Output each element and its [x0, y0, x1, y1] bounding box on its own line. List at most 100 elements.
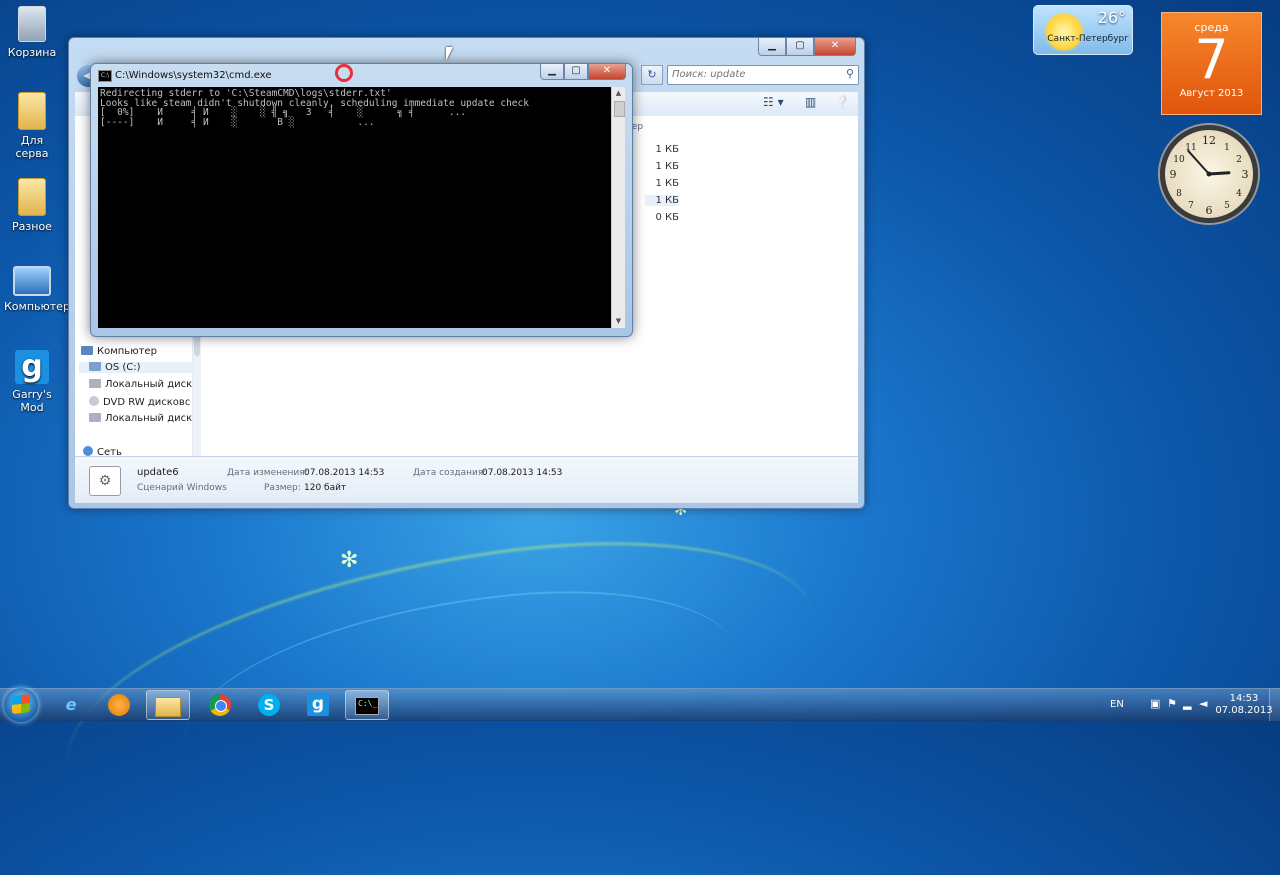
- calendar-day: 7: [1194, 28, 1229, 91]
- desktop-icon-label: Корзина: [7, 46, 57, 59]
- svg-text:6: 6: [1206, 204, 1213, 217]
- nav-item-dvd[interactable]: DVD RW дисковс: [89, 396, 190, 408]
- desktop-icon-label: Garry's Mod: [12, 388, 52, 414]
- taskbar-garrys-mod[interactable]: g: [296, 690, 340, 720]
- tray-date: 07.08.2013: [1215, 705, 1273, 716]
- desktop-icon-folder-server[interactable]: Для серва: [4, 92, 60, 160]
- tray-app-icon[interactable]: ▣: [1150, 698, 1162, 710]
- svg-text:5: 5: [1224, 201, 1230, 211]
- flag-icon[interactable]: ⚑: [1167, 698, 1179, 710]
- computer-icon: [81, 346, 93, 355]
- calendar-month-year: Август 2013: [1179, 88, 1244, 99]
- maximize-button[interactable]: ▢: [564, 64, 588, 80]
- nav-item-label: Компьютер: [97, 346, 157, 357]
- taskbar-internet-explorer[interactable]: e: [49, 690, 93, 720]
- computer-icon: [13, 266, 51, 296]
- help-icon[interactable]: ❔: [835, 95, 850, 109]
- desktop-icon-computer[interactable]: Компьютер: [4, 266, 70, 313]
- volume-icon[interactable]: ◄: [1199, 698, 1211, 710]
- svg-text:8: 8: [1176, 189, 1182, 199]
- file-size-cell: 1 КБ: [655, 144, 679, 155]
- clock-gadget[interactable]: 12 3 6 9 12 45 78 10 11: [1160, 125, 1258, 223]
- taskbar-explorer[interactable]: [146, 690, 190, 720]
- show-desktop-button[interactable]: [1269, 689, 1280, 721]
- svg-text:9: 9: [1170, 168, 1177, 181]
- tray-time: 14:53: [1229, 693, 1259, 704]
- details-created-value: 07.08.2013 14:53: [482, 468, 563, 478]
- chrome-icon: [209, 694, 231, 716]
- taskbar-media-player[interactable]: [97, 690, 141, 720]
- close-button[interactable]: ✕: [588, 64, 626, 80]
- nav-item-computer[interactable]: Компьютер: [81, 346, 157, 357]
- internet-explorer-icon: e: [65, 695, 77, 714]
- file-size-cell: 0 КБ: [655, 212, 679, 223]
- details-modified-label: Дата изменения:: [227, 468, 308, 478]
- nav-item-label: Локальный диск: [105, 413, 193, 424]
- nav-item-os-c[interactable]: OS (C:): [79, 362, 197, 373]
- drive-icon: [89, 379, 101, 388]
- mouse-cursor-icon: [446, 47, 459, 61]
- svg-text:10: 10: [1173, 155, 1185, 165]
- calendar-gadget[interactable]: среда 7 Август 2013: [1161, 12, 1262, 115]
- search-box[interactable]: ⚲: [667, 65, 859, 85]
- gmod-icon: g: [307, 694, 329, 716]
- details-pane: ⚙ update6 Сценарий Windows Дата изменени…: [75, 456, 858, 503]
- cmd-window[interactable]: C:\ C:\Windows\system32\cmd.exe ▁ ▢ ✕ Re…: [90, 63, 633, 337]
- console-scrollbar[interactable]: ▲ ▼: [611, 87, 625, 328]
- clock-center: [1206, 171, 1212, 177]
- desktop-icon-recycle-bin[interactable]: Корзина: [4, 6, 60, 59]
- clock-hour-hand: [1207, 171, 1231, 176]
- scroll-up-arrow-icon[interactable]: ▲: [612, 87, 625, 100]
- desktop-icon-garrys-mod[interactable]: g Garry's Mod: [4, 350, 60, 415]
- svg-text:3: 3: [1242, 168, 1249, 181]
- folder-icon: [18, 178, 46, 216]
- scroll-down-arrow-icon[interactable]: ▼: [612, 315, 625, 328]
- language-indicator[interactable]: EN: [1110, 699, 1124, 710]
- wallpaper-sparkle-icon: ✻: [340, 548, 359, 573]
- svg-text:12: 12: [1202, 134, 1216, 147]
- drive-icon: [89, 413, 101, 422]
- nav-item-local-disk[interactable]: Локальный диск: [89, 413, 192, 424]
- search-input[interactable]: [668, 66, 836, 82]
- maximize-button[interactable]: ▢: [786, 38, 814, 56]
- details-size-value: 120 байт: [304, 483, 347, 493]
- taskbar-skype[interactable]: S: [247, 690, 291, 720]
- tray-clock[interactable]: 14:53 07.08.2013: [1214, 693, 1274, 717]
- svg-text:7: 7: [1188, 201, 1194, 211]
- console-output-text: Redirecting stderr to 'C:\SteamCMD\logs\…: [100, 88, 529, 128]
- details-created-label: Дата создания:: [413, 468, 487, 478]
- weather-gadget[interactable]: 26° Санкт-Петербург: [1033, 5, 1133, 55]
- file-size-cell: 1 КБ: [655, 161, 679, 172]
- file-size-cell: 1 КБ: [645, 195, 679, 206]
- network-icon: [83, 446, 93, 456]
- svg-text:11: 11: [1185, 143, 1196, 153]
- desktop-icon-folder-misc[interactable]: Разное: [4, 178, 60, 233]
- recording-indicator-icon: [335, 64, 353, 82]
- nav-item-local-disk[interactable]: Локальный диск: [89, 379, 192, 390]
- desktop-icon-label: Компьютер: [4, 300, 70, 313]
- preview-pane-icon[interactable]: ▥: [805, 95, 816, 109]
- script-file-icon: ⚙: [89, 466, 121, 496]
- cmd-icon: C:\_: [355, 697, 379, 715]
- view-options-icon[interactable]: ☷ ▾: [763, 95, 784, 109]
- taskbar-chrome[interactable]: [198, 690, 242, 720]
- cmd-window-title: C:\Windows\system32\cmd.exe: [115, 70, 272, 81]
- scrollbar-thumb[interactable]: [614, 101, 625, 117]
- search-icon[interactable]: ⚲: [846, 67, 854, 80]
- weather-city: Санкт-Петербург: [1047, 34, 1129, 44]
- file-size-cell: 1 КБ: [655, 178, 679, 189]
- drive-icon: [89, 362, 101, 371]
- folder-icon: [18, 92, 46, 130]
- weather-temperature: 26°: [1097, 8, 1126, 27]
- network-signal-icon[interactable]: ▂: [1183, 698, 1195, 710]
- taskbar: e S g C:\_ EN ▣ ⚑ ▂ ◄ 14:53 07.08.2013: [0, 688, 1280, 722]
- close-button[interactable]: ✕: [814, 38, 856, 56]
- refresh-button[interactable]: ↻: [641, 65, 663, 85]
- console-output-area[interactable]: Redirecting stderr to 'C:\SteamCMD\logs\…: [98, 87, 611, 328]
- window-caption-buttons: ▁ ▢ ✕: [540, 64, 626, 80]
- taskbar-cmd[interactable]: C:\_: [345, 690, 389, 720]
- clock-minute-hand: [1187, 149, 1210, 175]
- minimize-button[interactable]: ▁: [758, 38, 786, 56]
- minimize-button[interactable]: ▁: [540, 64, 564, 80]
- start-button[interactable]: [4, 688, 38, 722]
